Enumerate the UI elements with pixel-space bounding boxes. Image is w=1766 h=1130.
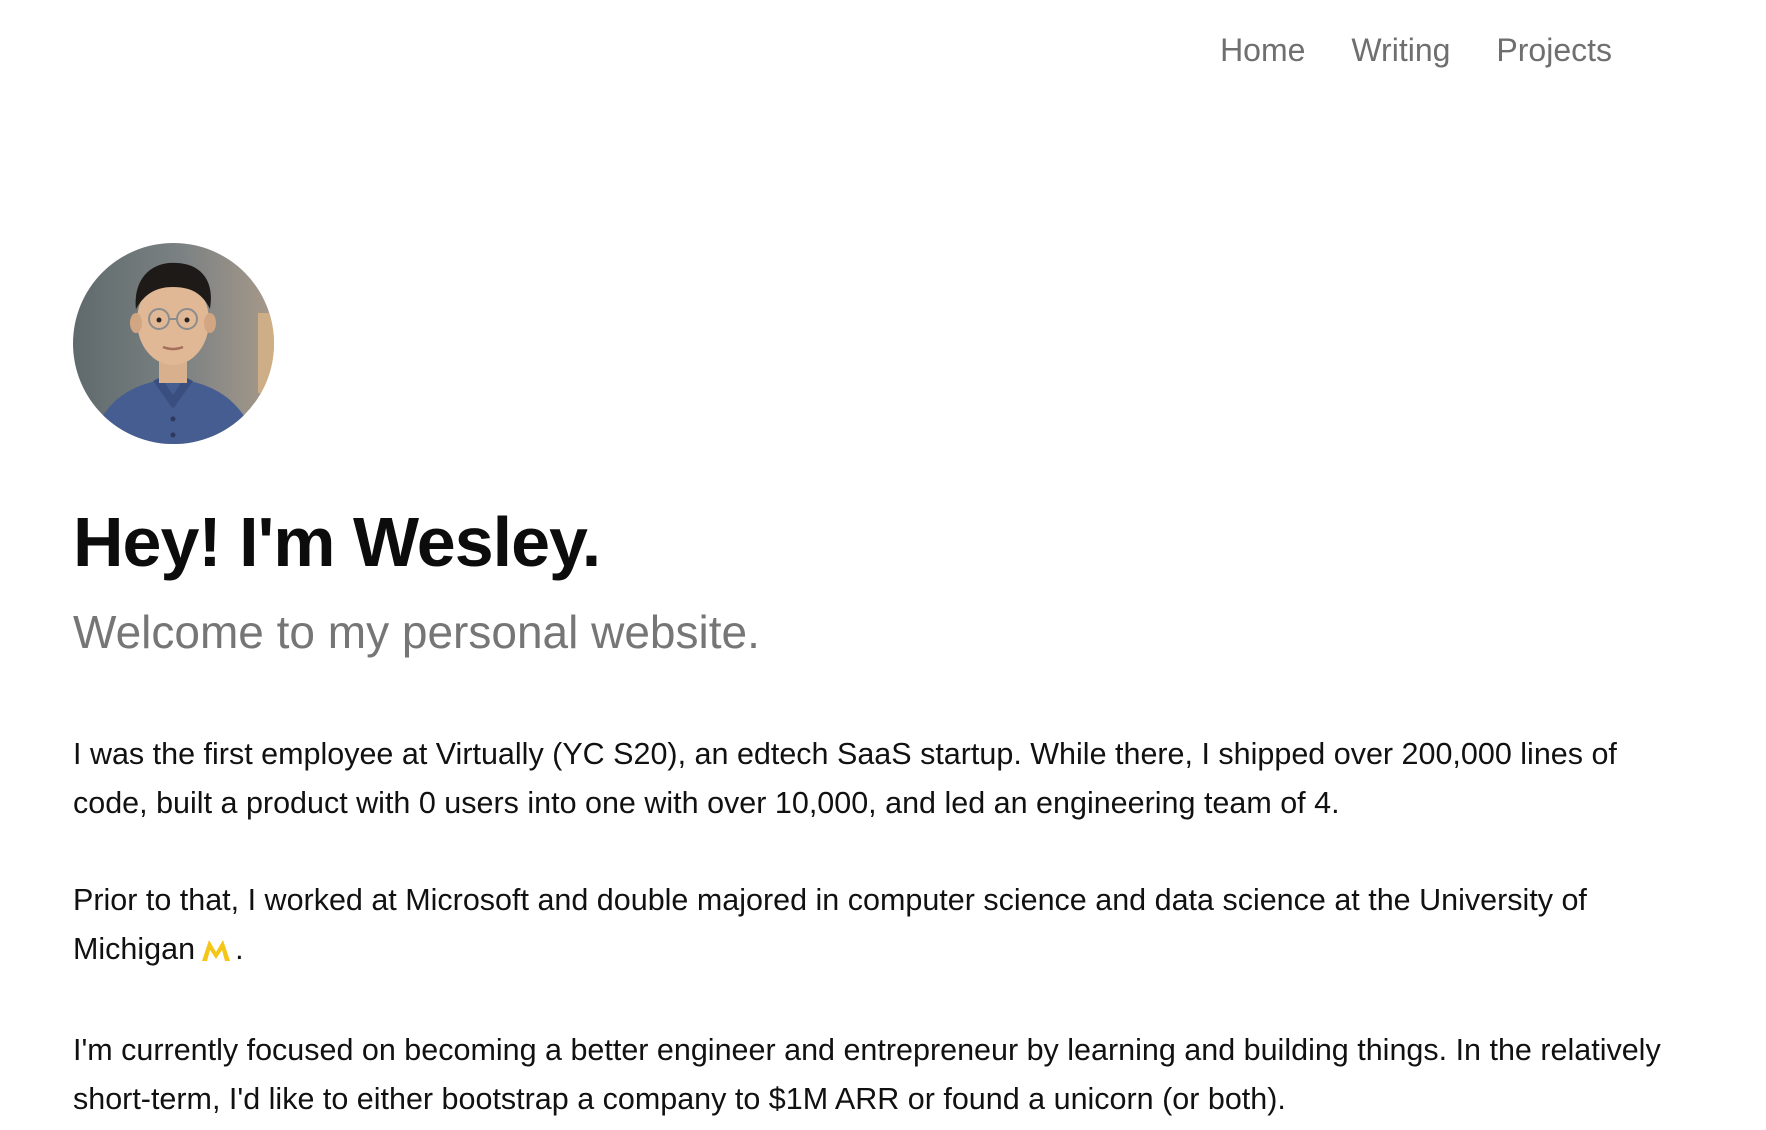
main-content: Hey! I'm Wesley. Welcome to my personal … bbox=[73, 243, 1693, 1124]
top-nav: Home Writing Projects bbox=[1220, 28, 1612, 72]
bio-paragraph-1: I was the first employee at Virtually (Y… bbox=[73, 737, 1617, 820]
page-title: Hey! I'm Wesley. bbox=[73, 503, 601, 581]
bio-paragraph-3: I'm currently focused on becoming a bett… bbox=[73, 1033, 1661, 1116]
michigan-m-icon bbox=[201, 929, 231, 978]
nav-home-link[interactable]: Home bbox=[1220, 28, 1305, 72]
bio-paragraph-2-text: Prior to that, I worked at Microsoft and… bbox=[73, 883, 1587, 966]
nav-projects-link[interactable]: Projects bbox=[1496, 28, 1612, 72]
bio-paragraph-2-end: . bbox=[235, 932, 244, 966]
page-subtitle: Welcome to my personal website. bbox=[73, 606, 760, 658]
nav-writing-link[interactable]: Writing bbox=[1351, 28, 1450, 72]
portrait-photo-icon bbox=[73, 243, 274, 444]
avatar bbox=[73, 243, 274, 444]
bio-paragraph-2: Prior to that, I worked at Microsoft and… bbox=[73, 876, 1693, 978]
